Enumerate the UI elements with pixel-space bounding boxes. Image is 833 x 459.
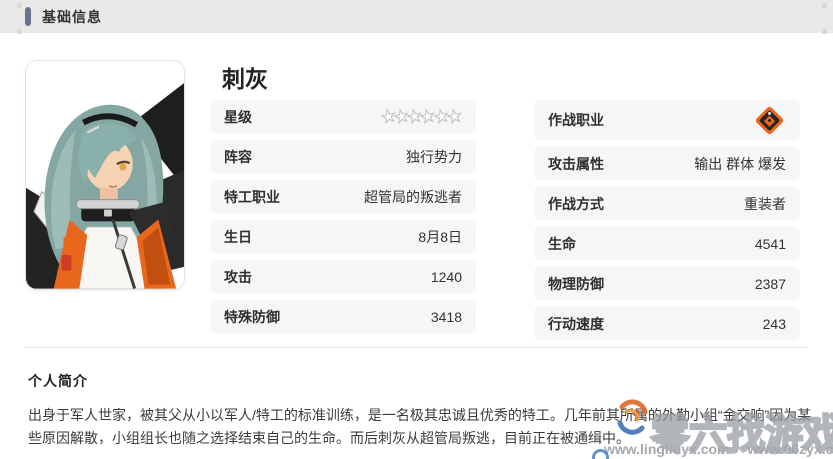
stat-label: 生日 bbox=[224, 227, 252, 247]
stat-row-star-rating: 星级 ★★★★★★ bbox=[210, 100, 476, 133]
stat-row-special-defense: 特殊防御 3418 bbox=[210, 300, 476, 333]
class-icon-core-dot bbox=[767, 118, 771, 122]
stat-label: 作战职业 bbox=[548, 110, 604, 130]
decor-dot bbox=[822, 3, 827, 8]
stat-label: 物理防御 bbox=[548, 274, 604, 294]
character-name: 刺灰 bbox=[222, 60, 268, 94]
stat-row-hp: 生命 4541 bbox=[534, 227, 800, 260]
bio-text: 出身于军人世家，被其父从小以军人/特工的标准训练，是一名极其忠诚且优秀的特工。几… bbox=[28, 404, 820, 450]
star-icon: ★ bbox=[445, 107, 463, 127]
stat-value: 重装者 bbox=[744, 194, 786, 214]
stat-label: 生命 bbox=[548, 234, 576, 254]
section-header: 基础信息 bbox=[0, 0, 833, 33]
stat-value: 243 bbox=[763, 316, 786, 332]
class-diamond-icon bbox=[755, 105, 785, 135]
stat-label: 攻击 bbox=[224, 267, 252, 287]
class-icon-spark bbox=[767, 111, 771, 115]
stat-row-combat-style: 作战方式 重装者 bbox=[534, 187, 800, 220]
stat-label: 特工职业 bbox=[224, 187, 280, 207]
stat-value: 独行势力 bbox=[406, 147, 462, 167]
stat-row-combat-class: 作战职业 bbox=[534, 100, 800, 140]
class-icon-inner bbox=[759, 109, 780, 130]
stat-row-physical-defense: 物理防御 2387 bbox=[534, 267, 800, 300]
stat-row-speed: 行动速度 243 bbox=[534, 307, 800, 340]
stat-row-birthday: 生日 8月8日 bbox=[210, 220, 476, 253]
stat-label: 阵容 bbox=[224, 147, 252, 167]
stat-value: 3418 bbox=[431, 309, 462, 325]
stat-label: 特殊防御 bbox=[224, 307, 280, 327]
stat-value: 输出 群体 爆发 bbox=[694, 154, 786, 174]
character-portrait bbox=[25, 60, 185, 290]
stat-label: 行动速度 bbox=[548, 314, 604, 334]
stat-value: 2387 bbox=[755, 276, 786, 292]
stat-label: 星级 bbox=[224, 107, 252, 127]
stat-label: 攻击属性 bbox=[548, 154, 604, 174]
stat-label: 作战方式 bbox=[548, 194, 604, 214]
stat-value: 8月8日 bbox=[418, 227, 462, 247]
decor-dot bbox=[822, 29, 827, 34]
stat-row-attack: 攻击 1240 bbox=[210, 260, 476, 293]
watermark-ring-icon bbox=[592, 449, 609, 459]
stat-row-faction: 阵容 独行势力 bbox=[210, 140, 476, 173]
decor-dot bbox=[17, 3, 22, 8]
decor-dot bbox=[17, 29, 22, 34]
character-art bbox=[26, 61, 184, 289]
section-divider bbox=[25, 347, 808, 348]
star-rating: ★★★★★★ bbox=[383, 108, 463, 125]
stat-value: 超管局的叛逃者 bbox=[364, 187, 462, 207]
section-title: 基础信息 bbox=[42, 7, 102, 27]
bio-section: 个人简介 出身于军人世家，被其父从小以军人/特工的标准训练，是一名极其忠诚且优秀… bbox=[28, 371, 820, 450]
bio-title: 个人简介 bbox=[28, 371, 820, 391]
stat-row-attack-attributes: 攻击属性 输出 群体 爆发 bbox=[534, 147, 800, 180]
stat-row-agent-class: 特工职业 超管局的叛逃者 bbox=[210, 180, 476, 213]
class-icon-core bbox=[764, 114, 775, 125]
stats-panel: 星级 ★★★★★★ 阵容 独行势力 特工职业 超管局的叛逃者 生日 8月8日 攻… bbox=[210, 100, 800, 340]
stats-column-right: 作战职业 攻击属性 输出 群体 爆发 作战方式 重装者 bbox=[534, 100, 800, 340]
stat-value: 1240 bbox=[431, 269, 462, 285]
accent-bar bbox=[25, 7, 31, 26]
stats-column-left: 星级 ★★★★★★ 阵容 独行势力 特工职业 超管局的叛逃者 生日 8月8日 攻… bbox=[210, 100, 476, 340]
character-info-page: 基础信息 bbox=[0, 0, 833, 459]
stat-value: 4541 bbox=[755, 236, 786, 252]
